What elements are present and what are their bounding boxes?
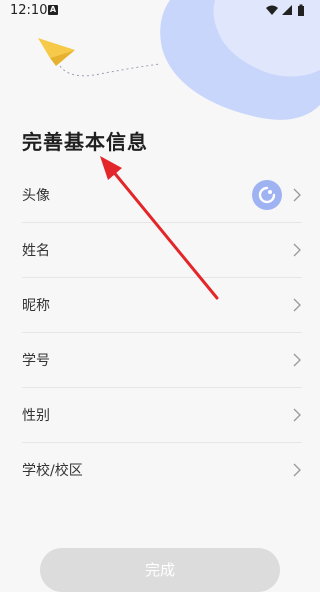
- row-student-id[interactable]: 学号: [22, 333, 302, 388]
- row-gender[interactable]: 性别: [22, 388, 302, 443]
- chevron-right-icon: [293, 408, 301, 422]
- paper-plane-icon: [38, 38, 75, 66]
- paper-plane-illustration: [38, 38, 161, 77]
- page-title: 完善基本信息: [22, 130, 148, 154]
- row-label: 姓名: [22, 243, 50, 259]
- row-label: 学号: [22, 353, 50, 369]
- chevron-right-icon: [293, 298, 301, 312]
- wifi-icon: [266, 5, 278, 15]
- status-icons: [266, 4, 304, 16]
- profile-form-list: 头像 姓名 昵称 学号 性别 学校/校区: [22, 168, 302, 497]
- dashed-trail: [59, 63, 161, 77]
- finish-button[interactable]: 完成: [40, 548, 280, 592]
- chevron-right-icon: [293, 188, 301, 202]
- signal-icon: [282, 5, 292, 15]
- row-school[interactable]: 学校/校区: [22, 443, 302, 497]
- battery-icon: [298, 4, 304, 16]
- status-time: 12:10: [10, 3, 48, 18]
- chevron-right-icon: [293, 463, 301, 477]
- row-name[interactable]: 姓名: [22, 223, 302, 278]
- row-label: 性别: [22, 408, 50, 424]
- row-avatar[interactable]: 头像: [22, 168, 302, 223]
- avatar-placeholder-icon: [258, 186, 276, 204]
- a-badge-icon: A: [48, 5, 58, 15]
- row-label: 头像: [22, 188, 50, 204]
- row-label: 昵称: [22, 298, 50, 314]
- chevron-right-icon: [293, 243, 301, 257]
- avatar[interactable]: [252, 180, 282, 210]
- chevron-right-icon: [293, 353, 301, 367]
- status-bar: 12:10 A: [0, 0, 320, 22]
- row-nickname[interactable]: 昵称: [22, 278, 302, 333]
- row-label: 学校/校区: [22, 463, 83, 479]
